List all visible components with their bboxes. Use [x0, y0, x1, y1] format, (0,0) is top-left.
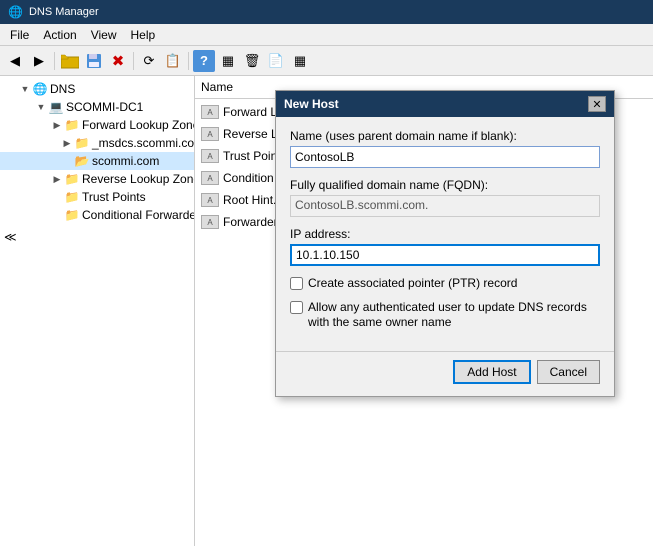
name-input[interactable] [290, 146, 600, 168]
toolbar-back[interactable]: ◀ [4, 50, 26, 72]
toolbar-prop2[interactable]: ▦ [289, 50, 311, 72]
list-icon-4: A [201, 191, 219, 209]
toolbar-folder[interactable] [59, 50, 81, 72]
list-icon-0: A [201, 103, 219, 121]
add-host-button[interactable]: Add Host [453, 360, 530, 384]
forward-zones-icon: 📁 [64, 117, 80, 133]
tree-label-msdcs: _msdcs.scommi.com [90, 136, 195, 150]
bottom-nav: ≪ [0, 224, 194, 250]
name-label: Name (uses parent domain name if blank): [290, 129, 600, 143]
menu-bar: File Action View Help [0, 24, 653, 46]
list-icon-1: A [201, 125, 219, 143]
modal-body: Name (uses parent domain name if blank):… [276, 117, 614, 351]
expand-msdcs[interactable]: ▶ [60, 136, 74, 150]
tree-label-scommi: scommi.com [90, 154, 159, 168]
auth-checkbox[interactable] [290, 301, 303, 314]
expand-scommi[interactable] [60, 154, 74, 168]
tree-label-trust-points: Trust Points [80, 190, 146, 204]
separator-1 [54, 52, 55, 70]
list-label-3: Condition [223, 171, 274, 185]
tree-item-dns[interactable]: ▼ 🌐 DNS [0, 80, 194, 98]
menu-action[interactable]: Action [37, 27, 82, 43]
toolbar-export[interactable]: 📋 [162, 50, 184, 72]
tree-item-cond-forwarders[interactable]: 📁 Conditional Forwarders [0, 206, 194, 224]
tree-item-dc1[interactable]: ▼ 💻 SCOMMI-DC1 [0, 98, 194, 116]
tree-label-reverse-zones: Reverse Lookup Zones [80, 172, 195, 186]
new-host-modal: New Host ✕ Name (uses parent domain name… [275, 90, 615, 397]
trust-points-icon: 📁 [64, 189, 80, 205]
tree-item-msdcs[interactable]: ▶ 📁 _msdcs.scommi.com [0, 134, 194, 152]
reverse-zones-icon: 📁 [64, 171, 80, 187]
menu-help[interactable]: Help [125, 27, 162, 43]
ptr-checkbox[interactable] [290, 277, 303, 290]
tree-item-reverse-zones[interactable]: ▶ 📁 Reverse Lookup Zones [0, 170, 194, 188]
fqdn-label: Fully qualified domain name (FQDN): [290, 178, 600, 192]
cancel-button[interactable]: Cancel [537, 360, 600, 384]
toolbar-new[interactable]: 📄 [265, 50, 287, 72]
app-title: DNS Manager [29, 6, 99, 18]
auth-label: Allow any authenticated user to update D… [308, 300, 600, 331]
list-icon-2: A [201, 147, 219, 165]
toolbar-delete[interactable]: ✖ [107, 50, 129, 72]
toolbar-refresh[interactable]: ⟳ [138, 50, 160, 72]
cond-forwarders-icon: 📁 [64, 207, 80, 223]
tree-label-dc1: SCOMMI-DC1 [64, 100, 143, 114]
list-icon-5: A [201, 213, 219, 231]
separator-3 [188, 52, 189, 70]
toolbar: ◀ ▶ ✖ ⟳ 📋 ? ▦ 🗑 📄 ▦ [0, 46, 653, 76]
expand-dc1[interactable]: ▼ [34, 100, 48, 114]
expand-forward-zones[interactable]: ▶ [50, 118, 64, 132]
toolbar-forward[interactable]: ▶ [28, 50, 50, 72]
separator-2 [133, 52, 134, 70]
toolbar-help[interactable]: ? [193, 50, 215, 72]
modal-title-bar: New Host ✕ [276, 91, 614, 117]
expand-trust-points[interactable] [50, 190, 64, 204]
tree-label-forward-zones: Forward Lookup Zones [80, 118, 195, 132]
modal-footer: Add Host Cancel [276, 351, 614, 396]
scommi-icon: 📂 [74, 153, 90, 169]
expand-dns[interactable]: ▼ [18, 82, 32, 96]
ip-input[interactable] [290, 244, 600, 266]
nav-arrows: ≪ [4, 230, 17, 244]
tree-label-cond-forwarders: Conditional Forwarders [80, 208, 195, 222]
tree-item-trust-points[interactable]: 📁 Trust Points [0, 188, 194, 206]
tree-item-forward-zones[interactable]: ▶ 📁 Forward Lookup Zones [0, 116, 194, 134]
modal-close-button[interactable]: ✕ [588, 96, 606, 112]
toolbar-save[interactable] [83, 50, 105, 72]
expand-cond-forwarders[interactable] [50, 208, 64, 222]
title-bar: 🌐 DNS Manager [0, 0, 653, 24]
modal-title: New Host [284, 97, 339, 111]
toolbar-trash[interactable]: 🗑 [241, 50, 263, 72]
ptr-checkbox-row: Create associated pointer (PTR) record [290, 276, 600, 292]
menu-file[interactable]: File [4, 27, 35, 43]
list-icon-3: A [201, 169, 219, 187]
tree-panel: ▼ 🌐 DNS ▼ 💻 SCOMMI-DC1 ▶ 📁 Forward Looku… [0, 76, 195, 546]
tree-label-dns: DNS [48, 82, 75, 96]
app-icon: 🌐 [8, 5, 23, 19]
auth-checkbox-row: Allow any authenticated user to update D… [290, 300, 600, 331]
expand-reverse-zones[interactable]: ▶ [50, 172, 64, 186]
fqdn-display: ContosoLB.scommi.com. [290, 195, 600, 217]
ptr-label: Create associated pointer (PTR) record [308, 276, 517, 292]
msdcs-icon: 📁 [74, 135, 90, 151]
dns-root-icon: 🌐 [32, 81, 48, 97]
dc1-icon: 💻 [48, 99, 64, 115]
menu-view[interactable]: View [85, 27, 123, 43]
tree-item-scommi[interactable]: 📂 scommi.com [0, 152, 194, 170]
toolbar-prop1[interactable]: ▦ [217, 50, 239, 72]
ip-label: IP address: [290, 227, 600, 241]
